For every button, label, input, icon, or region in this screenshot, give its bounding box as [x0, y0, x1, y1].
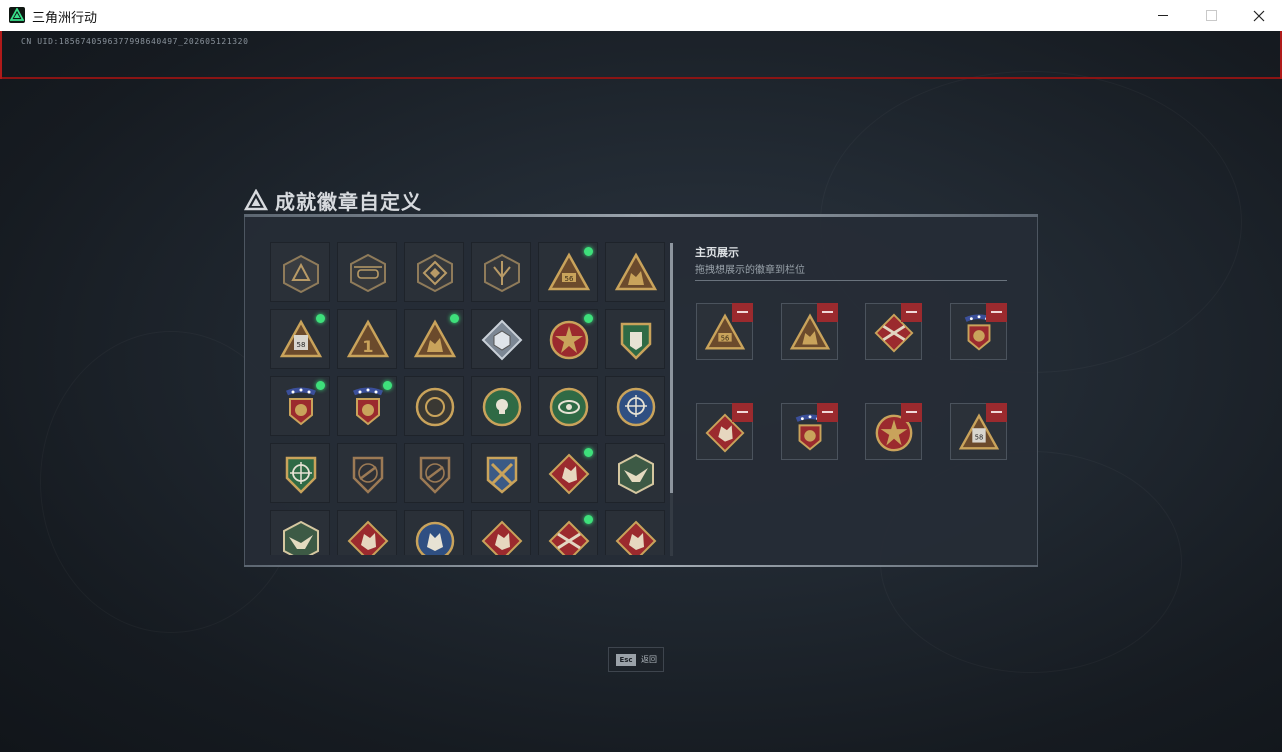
window-titlebar: 三角洲行动	[0, 0, 1282, 32]
svg-text:56: 56	[721, 335, 730, 343]
showcase-subtitle: 拖拽想展示的徽章到栏位	[695, 265, 805, 276]
close-icon	[1253, 10, 1265, 21]
badge-cell[interactable]	[538, 309, 598, 369]
delta-triangle-icon	[244, 189, 268, 211]
badge-cell[interactable]	[605, 309, 665, 369]
badge-cell[interactable]	[337, 510, 397, 555]
badge-cell[interactable]	[471, 309, 531, 369]
new-indicator-dot	[383, 381, 392, 390]
badge-cell[interactable]: 58	[270, 309, 330, 369]
new-indicator-dot	[450, 314, 459, 323]
badge-cell[interactable]: 56	[538, 242, 598, 302]
new-indicator-dot	[316, 381, 325, 390]
badge-cell[interactable]	[337, 376, 397, 436]
badge-customize-panel: 56 58 1 主页展示 拖拽想展示的徽章到栏位 56 58	[244, 214, 1038, 567]
badge-cell[interactable]	[270, 510, 330, 555]
badge-cell[interactable]	[337, 242, 397, 302]
showcase-slot[interactable]: 58	[949, 403, 1007, 460]
badge-cell[interactable]	[270, 443, 330, 503]
showcase-slot[interactable]	[865, 303, 922, 360]
remove-icon[interactable]	[901, 303, 922, 322]
minimize-button[interactable]	[1140, 0, 1186, 31]
showcase-slot[interactable]	[865, 403, 922, 460]
esc-key-hint: Esc	[616, 654, 636, 666]
badge-cell[interactable]	[404, 510, 464, 555]
showcase-slot[interactable]	[696, 403, 753, 460]
window-title: 三角洲行动	[32, 11, 98, 26]
showcase-slot[interactable]	[780, 303, 838, 360]
remove-icon[interactable]	[732, 303, 753, 322]
new-indicator-dot	[584, 314, 593, 323]
badge-cell[interactable]	[605, 510, 665, 555]
svg-text:58: 58	[974, 434, 983, 442]
badge-cell[interactable]	[538, 443, 598, 503]
maximize-button[interactable]	[1188, 0, 1234, 31]
back-label: 返回	[641, 655, 657, 664]
badge-cell[interactable]	[471, 376, 531, 436]
showcase-slot[interactable]: 56	[696, 303, 753, 360]
badge-cell[interactable]	[270, 242, 330, 302]
divider	[695, 280, 1007, 281]
new-indicator-dot	[584, 247, 593, 256]
badge-cell[interactable]	[605, 242, 665, 302]
svg-text:56: 56	[565, 275, 574, 283]
badge-cell[interactable]	[404, 443, 464, 503]
new-indicator-dot	[584, 515, 593, 524]
showcase-title: 主页展示	[695, 246, 739, 259]
badge-cell[interactable]	[404, 309, 464, 369]
maximize-icon	[1205, 10, 1217, 21]
badge-cell[interactable]	[471, 443, 531, 503]
badge-cell[interactable]	[605, 443, 665, 503]
svg-text:58: 58	[297, 341, 306, 349]
delta-logo-icon	[9, 7, 25, 23]
showcase-slot[interactable]	[949, 303, 1007, 360]
badge-cell[interactable]	[404, 376, 464, 436]
showcase-slot[interactable]	[780, 403, 838, 460]
remove-icon[interactable]	[985, 403, 1007, 422]
remove-icon[interactable]	[816, 403, 838, 422]
badge-cell[interactable]	[605, 376, 665, 436]
badge-cell[interactable]	[337, 443, 397, 503]
page-title: 成就徽章自定义	[275, 189, 422, 214]
badge-grid-scrollbar[interactable]	[670, 243, 673, 493]
back-button[interactable]: Esc 返回	[608, 647, 664, 672]
badge-cell[interactable]	[538, 376, 598, 436]
badge-cell[interactable]	[471, 242, 531, 302]
player-uid: CN UID:1856740596377998640497_2026051213…	[21, 37, 249, 46]
remove-icon[interactable]	[732, 403, 753, 422]
minimize-icon	[1158, 15, 1168, 16]
close-button[interactable]	[1236, 0, 1282, 31]
remove-icon[interactable]	[816, 303, 838, 322]
new-indicator-dot	[316, 314, 325, 323]
badge-cell[interactable]	[270, 376, 330, 436]
remove-icon[interactable]	[901, 403, 922, 422]
panel-header: 成就徽章自定义	[244, 186, 422, 214]
badge-grid[interactable]: 56 58 1	[270, 242, 670, 555]
svg-text:1: 1	[362, 337, 373, 356]
badge-cell[interactable]	[471, 510, 531, 555]
badge-cell[interactable]: 1	[337, 309, 397, 369]
badge-cell[interactable]	[538, 510, 598, 555]
badge-cell[interactable]	[404, 242, 464, 302]
remove-icon[interactable]	[985, 303, 1007, 322]
new-indicator-dot	[584, 448, 593, 457]
